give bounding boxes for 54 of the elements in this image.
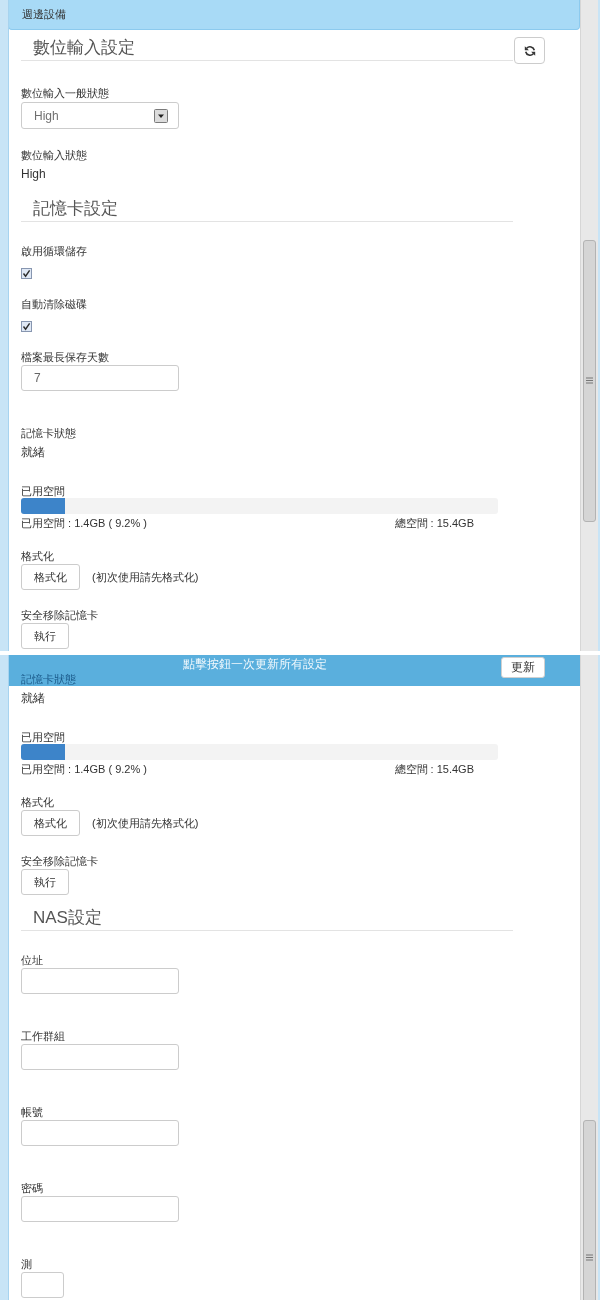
save-hint: 點擊按鈕一次更新所有設定 (182, 657, 327, 671)
scrollbar[interactable] (580, 655, 598, 1300)
panel-header: 週邊設備 (9, 0, 580, 30)
field-label: 檔案最長保存天數 (21, 350, 109, 364)
field-label: 已用空間 (21, 730, 65, 744)
checkbox[interactable] (21, 321, 32, 332)
field-label: 記憶卡狀態 (21, 426, 76, 440)
section-heading: NAS設定 (21, 907, 513, 931)
input-field[interactable] (21, 1044, 179, 1070)
grip-icon (586, 377, 593, 384)
field-label: 測 (21, 1257, 32, 1271)
used-space-text: 已用空間 : 1.4GB ( 9.2% ) (21, 516, 147, 530)
field-label: 密碼 (21, 1181, 43, 1195)
refresh-button[interactable] (514, 37, 545, 64)
checkbox[interactable] (21, 268, 32, 279)
field-label: 已用空間 (21, 484, 65, 498)
field-value: 就緒 (21, 690, 45, 706)
field-label: 工作群組 (21, 1029, 65, 1043)
used-space-text: 已用空間 : 1.4GB ( 9.2% ) (21, 762, 147, 776)
input-field[interactable] (21, 968, 179, 994)
field-label: 位址 (21, 953, 43, 967)
action-button[interactable]: 執行 (21, 869, 69, 895)
field-label: 自動清除磁碟 (21, 297, 87, 311)
section-heading: 記憶卡設定 (21, 198, 513, 222)
action-button[interactable]: 格式化 (21, 564, 80, 590)
field-label: 安全移除記憶卡 (21, 854, 98, 868)
refresh-icon (523, 44, 536, 57)
select-field[interactable]: High (21, 102, 179, 129)
field-value: High (21, 166, 46, 182)
field-label: 數位輸入狀態 (21, 148, 87, 162)
total-space-text: 總空間 : 15.4GB (394, 516, 474, 530)
action-button[interactable]: 執行 (21, 623, 69, 649)
field-label: 格式化 (21, 549, 54, 563)
field-label: 安全移除記憶卡 (21, 608, 98, 622)
scrollbar-thumb[interactable] (583, 240, 596, 522)
field-label: 帳號 (21, 1105, 43, 1119)
field-label: 記憶卡狀態 (21, 672, 76, 686)
hint-text: (初次使用請先格式化) (92, 570, 199, 584)
total-space-text: 總空間 : 15.4GB (394, 762, 474, 776)
update-button[interactable]: 更新 (501, 657, 545, 678)
action-button[interactable]: 格式化 (21, 810, 80, 836)
section-heading: 數位輸入設定 (21, 37, 513, 61)
action-button[interactable] (21, 1272, 64, 1298)
hint-text: (初次使用請先格式化) (92, 816, 199, 830)
field-label: 啟用循環儲存 (21, 244, 87, 258)
field-label: 格式化 (21, 795, 54, 809)
field-value: 就緒 (21, 444, 45, 460)
field-label: 數位輸入一般狀態 (21, 86, 109, 100)
input-field[interactable]: 7 (21, 365, 179, 391)
scrollbar[interactable] (580, 0, 598, 651)
input-field[interactable] (21, 1196, 179, 1222)
input-field[interactable] (21, 1120, 179, 1146)
grip-icon (586, 1254, 593, 1261)
scrollbar-thumb[interactable] (583, 1120, 596, 1300)
